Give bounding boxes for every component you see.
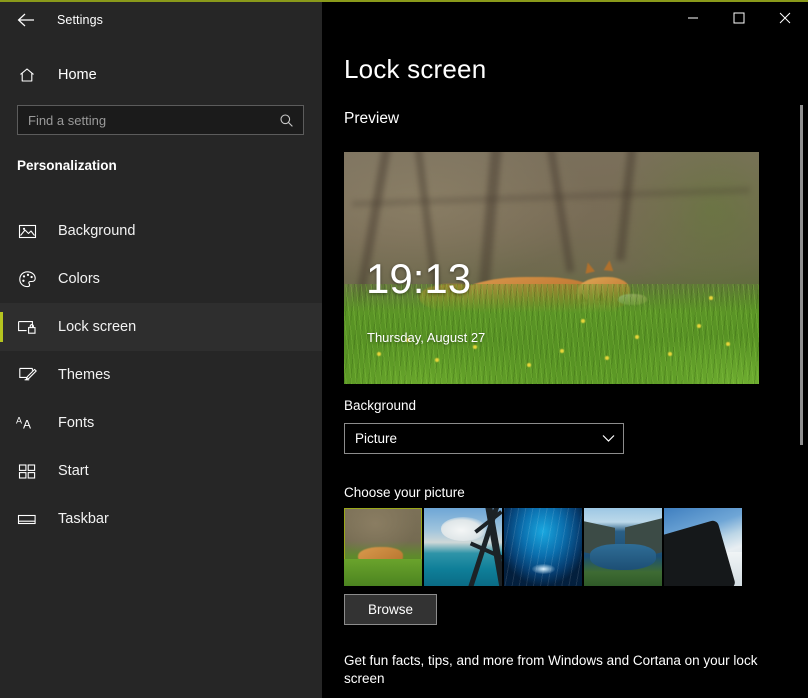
picture-thumbnail-dark-rock-snow-sky[interactable]: [664, 508, 742, 586]
chevron-down-icon: [593, 434, 623, 443]
svg-text:A: A: [16, 416, 22, 426]
brush-icon: [16, 364, 38, 386]
taskbar-icon: [16, 508, 38, 530]
picture-thumbnail-mountain-lake-reflection[interactable]: [584, 508, 662, 586]
background-type-select[interactable]: Picture: [344, 423, 624, 454]
sidebar-item-background[interactable]: Background: [0, 207, 322, 255]
home-icon: [16, 64, 38, 86]
picture-thumbnail-ocean-structure-clouds[interactable]: [424, 508, 502, 586]
sidebar-item-colors[interactable]: Colors: [0, 255, 322, 303]
font-aa-icon: A A: [16, 412, 38, 434]
choose-picture-label: Choose your picture: [344, 485, 465, 500]
background-type-value: Picture: [355, 431, 398, 446]
picture-thumbnail-list: [344, 508, 742, 586]
image-icon: [16, 220, 38, 242]
sidebar-item-start[interactable]: Start: [0, 447, 322, 495]
page-title: Lock screen: [344, 54, 487, 84]
preview-heading: Preview: [344, 110, 400, 127]
sidebar-item-home-label: Home: [58, 67, 97, 83]
monitor-lock-icon: [16, 316, 38, 338]
sidebar-item-background-label: Background: [58, 223, 136, 239]
picture-thumbnail-blue-ice-cave[interactable]: [504, 508, 582, 586]
back-arrow-icon[interactable]: [6, 4, 46, 36]
sidebar-item-themes-label: Themes: [58, 367, 111, 383]
minimize-icon[interactable]: [670, 2, 716, 34]
close-icon[interactable]: [762, 2, 808, 34]
sidebar-item-colors-label: Colors: [58, 271, 100, 287]
main-scrollbar[interactable]: [794, 40, 808, 698]
preview-clock-date: Thursday, August 27: [367, 330, 486, 345]
svg-text:A: A: [23, 418, 31, 432]
main-content: Lock screen Preview 19:13 Thursday, Augu…: [322, 0, 808, 698]
preview-clock-time: 19:13: [366, 255, 472, 302]
palette-icon: [16, 268, 38, 290]
titlebar-left: Settings: [0, 0, 322, 40]
sidebar-item-themes[interactable]: Themes: [0, 351, 322, 399]
sidebar-item-lock-screen[interactable]: Lock screen: [0, 303, 322, 351]
sidebar-item-lock-screen-label: Lock screen: [58, 319, 137, 335]
window-controls: [670, 2, 808, 34]
search-placeholder: Find a setting: [28, 112, 107, 128]
sidebar-item-home[interactable]: Home: [0, 58, 322, 92]
search-icon[interactable]: [273, 113, 299, 128]
window-accent-border: [0, 0, 808, 2]
sidebar-item-taskbar-label: Taskbar: [58, 511, 109, 527]
sidebar-nav-list: Background Colors Lock screen Themes A A…: [0, 207, 322, 543]
settings-window: Settings Home Find a setting Personaliza…: [0, 0, 808, 698]
app-title: Settings: [57, 13, 103, 27]
background-setting-label: Background: [344, 398, 417, 413]
sidebar: Settings Home Find a setting Personaliza…: [0, 0, 322, 698]
search-input[interactable]: Find a setting: [17, 105, 304, 135]
main-scrollbar-thumb[interactable]: [800, 105, 803, 445]
maximize-icon[interactable]: [716, 2, 762, 34]
sidebar-item-taskbar[interactable]: Taskbar: [0, 495, 322, 543]
sidebar-item-fonts[interactable]: A A Fonts: [0, 399, 322, 447]
sidebar-item-start-label: Start: [58, 463, 89, 479]
sidebar-category-heading: Personalization: [17, 158, 117, 173]
cortana-lock-screen-description: Get fun facts, tips, and more from Windo…: [344, 653, 758, 687]
lock-screen-preview: 19:13 Thursday, August 27: [344, 152, 759, 384]
browse-button[interactable]: Browse: [344, 594, 437, 625]
picture-thumbnail-fox-in-grass[interactable]: [344, 508, 422, 586]
tiles-icon: [16, 460, 38, 482]
sidebar-item-fonts-label: Fonts: [58, 415, 95, 431]
